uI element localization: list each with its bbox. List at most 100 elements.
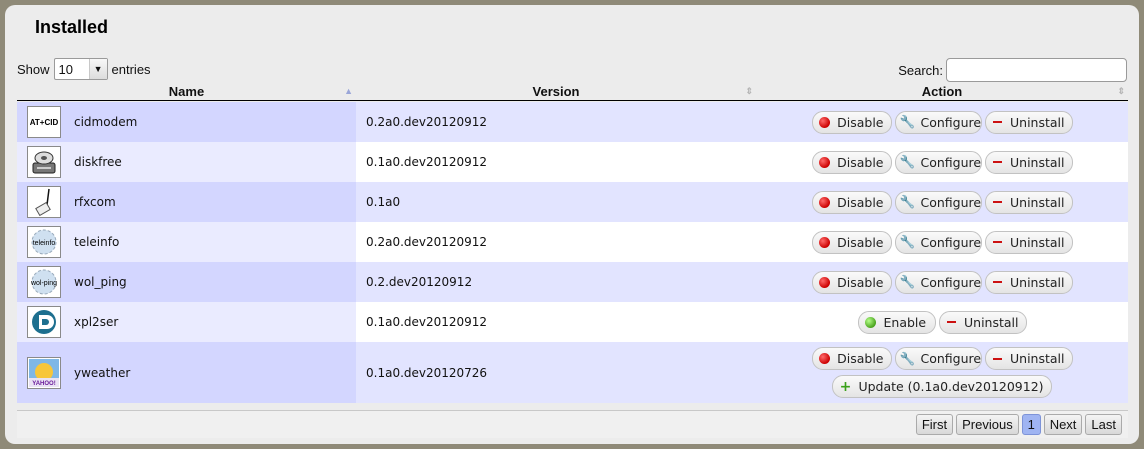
- yahoo-weather-icon: YAHOO!: [27, 356, 61, 389]
- search-control: Search:: [898, 58, 1127, 82]
- sort-both-icon: ⇕: [745, 86, 753, 96]
- plugins-table: Name ▲ Version ⇕ Action ⇕ AT+CID cidmode…: [17, 82, 1128, 438]
- wrench-icon: 🔧: [899, 194, 916, 209]
- search-label: Search:: [898, 62, 943, 78]
- teleinfo-icon: teleinfo: [27, 226, 61, 258]
- svg-text:teleinfo: teleinfo: [33, 240, 56, 247]
- name-cell: YAHOO! yweather: [17, 342, 356, 403]
- cidmodem-icon: AT+CID: [27, 106, 61, 138]
- entries-per-page-value: 10: [58, 61, 73, 77]
- uninstall-button[interactable]: Uninstall: [984, 190, 1073, 214]
- plus-icon: +: [839, 378, 852, 395]
- red-dot-icon: [818, 235, 832, 249]
- name-cell: xpl2ser: [17, 302, 356, 342]
- first-page-button[interactable]: First: [915, 414, 954, 435]
- red-dot-icon: [818, 155, 832, 169]
- search-input[interactable]: [946, 58, 1127, 82]
- action-cell: Disable 🔧 Configure Uninstall: [756, 182, 1128, 222]
- show-label: Show: [17, 61, 50, 77]
- installed-panel: Installed Show 10 ▼ entries Search: Name…: [5, 5, 1139, 444]
- table-row: YAHOO! yweather 0.1a0.dev20120726 Disabl…: [17, 342, 1128, 403]
- name-cell: AT+CID cidmodem: [17, 102, 356, 142]
- minus-icon: [945, 315, 959, 329]
- action-cell: Disable 🔧 Configure Uninstall: [756, 222, 1128, 262]
- uninstall-button[interactable]: Uninstall: [984, 230, 1073, 254]
- plugin-name: teleinfo: [74, 235, 120, 249]
- previous-page-button[interactable]: Previous: [956, 414, 1019, 435]
- table-row: teleinfo teleinfo 0.2a0.dev20120912 Disa…: [17, 222, 1128, 262]
- configure-button[interactable]: 🔧 Configure: [894, 230, 982, 254]
- next-page-button[interactable]: Next: [1043, 414, 1083, 435]
- table-row: rfxcom 0.1a0 Disable 🔧 Configure Uninstal…: [17, 182, 1128, 222]
- disable-button[interactable]: Disable: [811, 270, 892, 294]
- version-cell: 0.2.dev20120912: [366, 275, 473, 289]
- configure-button[interactable]: 🔧 Configure: [894, 347, 982, 370]
- action-cell: Disable 🔧 Configure Uninstall + Update (0.…: [756, 342, 1128, 403]
- plugin-name: yweather: [74, 365, 131, 380]
- sort-ascending-icon: ▲: [344, 86, 353, 96]
- plugin-name: cidmodem: [74, 115, 138, 129]
- entries-per-page-select[interactable]: 10 ▼: [53, 58, 108, 80]
- column-header-name[interactable]: Name ▲: [17, 82, 356, 100]
- column-header-action[interactable]: Action ⇕: [756, 82, 1128, 100]
- last-page-button[interactable]: Last: [1085, 414, 1122, 435]
- svg-text:AT+CID: AT+CID: [30, 118, 59, 127]
- disable-button[interactable]: Disable: [811, 230, 892, 254]
- name-cell: rfxcom: [17, 182, 356, 222]
- wol-ping-icon: wol-ping: [27, 266, 61, 298]
- sort-both-icon: ⇕: [1117, 86, 1125, 96]
- entries-label: entries: [111, 61, 151, 77]
- enable-button[interactable]: Enable: [857, 310, 936, 334]
- version-cell: 0.2a0.dev20120912: [366, 235, 488, 249]
- page-1-button[interactable]: 1: [1021, 414, 1041, 435]
- action-cell: Disable 🔧 Configure Uninstall: [756, 102, 1128, 142]
- minus-icon: [991, 115, 1005, 129]
- uninstall-button[interactable]: Uninstall: [984, 347, 1073, 370]
- svg-text:YAHOO!: YAHOO!: [32, 381, 55, 387]
- green-dot-icon: [864, 315, 878, 329]
- column-header-version[interactable]: Version ⇕: [356, 82, 756, 100]
- version-cell: 0.1a0.dev20120912: [366, 315, 488, 329]
- minus-icon: [991, 352, 1005, 366]
- table-row: wol-ping wol_ping 0.2.dev20120912 Disabl…: [17, 262, 1128, 302]
- disable-button[interactable]: Disable: [811, 150, 892, 174]
- name-cell: diskfree: [17, 142, 356, 182]
- version-cell: 0.1a0.dev20120912: [366, 155, 488, 169]
- plugin-name: rfxcom: [74, 195, 116, 209]
- disable-button[interactable]: Disable: [811, 110, 892, 134]
- configure-button[interactable]: 🔧 Configure: [894, 190, 982, 214]
- configure-button[interactable]: 🔧 Configure: [894, 110, 982, 134]
- uninstall-button[interactable]: Uninstall: [984, 150, 1073, 174]
- plugin-name: diskfree: [74, 155, 122, 169]
- name-cell: wol-ping wol_ping: [17, 262, 356, 302]
- table-row: diskfree 0.1a0.dev20120912 Disable 🔧 Conf…: [17, 142, 1128, 182]
- uninstall-button[interactable]: Uninstall: [938, 310, 1027, 334]
- configure-button[interactable]: 🔧 Configure: [894, 270, 982, 294]
- red-dot-icon: [818, 352, 832, 366]
- version-cell: 0.1a0: [366, 195, 401, 209]
- update-button[interactable]: + Update (0.1a0.dev20120912): [832, 375, 1052, 398]
- wrench-icon: 🔧: [899, 234, 916, 249]
- entries-length-control: Show 10 ▼ entries: [17, 58, 151, 80]
- red-dot-icon: [818, 275, 832, 289]
- red-dot-icon: [818, 195, 832, 209]
- table-header: Name ▲ Version ⇕ Action ⇕: [17, 82, 1128, 101]
- xpl-logo-icon: [27, 306, 61, 338]
- red-dot-icon: [818, 115, 832, 129]
- disable-button[interactable]: Disable: [811, 190, 892, 214]
- version-cell: 0.1a0.dev20120726: [366, 365, 488, 380]
- dropdown-arrow-icon: ▼: [88, 59, 107, 79]
- hard-disk-icon: [27, 146, 61, 178]
- wrench-icon: 🔧: [899, 350, 916, 366]
- configure-button[interactable]: 🔧 Configure: [894, 150, 982, 174]
- action-cell: Disable 🔧 Configure Uninstall: [756, 262, 1128, 302]
- table-row: AT+CID cidmodem 0.2a0.dev20120912 Disabl…: [17, 102, 1128, 142]
- minus-icon: [991, 275, 1005, 289]
- panel-title: Installed: [35, 17, 109, 37]
- disable-button[interactable]: Disable: [811, 347, 892, 370]
- uninstall-button[interactable]: Uninstall: [984, 270, 1073, 294]
- version-cell: 0.2a0.dev20120912: [366, 115, 488, 129]
- wrench-icon: 🔧: [899, 114, 916, 129]
- table-row: xpl2ser 0.1a0.dev20120912 Enable Uninsta…: [17, 302, 1128, 342]
- uninstall-button[interactable]: Uninstall: [984, 110, 1073, 134]
